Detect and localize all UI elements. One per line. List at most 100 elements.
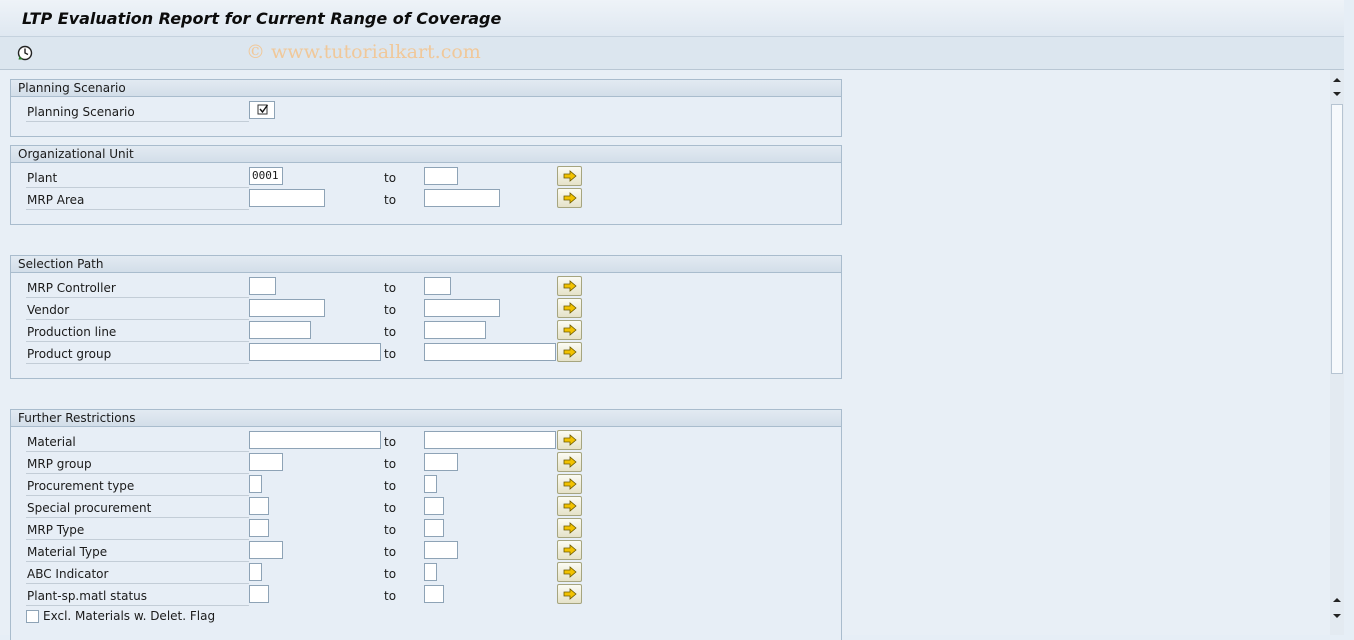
to-label: to <box>384 435 397 449</box>
field-label: MRP Type <box>26 521 249 540</box>
multiple-selection-button[interactable] <box>557 452 582 472</box>
title-bar: LTP Evaluation Report for Current Range … <box>0 0 1344 37</box>
row-production-line: Production line to <box>11 320 841 342</box>
material-type-from-input[interactable] <box>249 541 283 559</box>
mrp-type-to-input[interactable] <box>424 519 444 537</box>
multiple-selection-button[interactable] <box>557 540 582 560</box>
checkbox-label: Excl. Materials w. Delet. Flag <box>43 609 216 623</box>
mrp-area-from-input[interactable] <box>249 189 325 207</box>
planning-scenario-row: Planning Scenario <box>11 100 841 122</box>
material-from-input[interactable] <box>249 431 381 449</box>
row-mrp-type: MRP Type to <box>11 518 841 540</box>
group-selection-path: Selection Path MRP Controller to Vendor … <box>10 255 842 379</box>
multiple-selection-button[interactable] <box>557 562 582 582</box>
row-vendor: Vendor to <box>11 298 841 320</box>
vendor-from-input[interactable] <box>249 299 325 317</box>
production-line-to-input[interactable] <box>424 321 486 339</box>
special-procurement-to-input[interactable] <box>424 497 444 515</box>
group-planning-scenario: Planning Scenario Planning Scenario <box>10 79 842 137</box>
row-special-procurement: Special procurement to <box>11 496 841 518</box>
product-group-from-input[interactable] <box>249 343 381 361</box>
plant-status-to-input[interactable] <box>424 585 444 603</box>
multiple-selection-button[interactable] <box>557 474 582 494</box>
group-organizational-unit: Organizational Unit Plant 0001 to MRP Ar… <box>10 145 842 225</box>
scroll-down-bottom-icon[interactable] <box>1331 610 1343 622</box>
row-plant-sp-matl-status: Plant-sp.matl status to <box>11 584 841 606</box>
application-toolbar: © www.tutorialkart.com <box>0 37 1344 70</box>
mrp-group-from-input[interactable] <box>249 453 283 471</box>
scroll-up-bottom-icon[interactable] <box>1331 594 1343 606</box>
arrow-right-icon <box>563 566 577 578</box>
row-plant: Plant 0001 to <box>11 166 841 188</box>
multiple-selection-button[interactable] <box>557 496 582 516</box>
excl-deleted-checkbox[interactable] <box>26 609 39 623</box>
row-mrp-area: MRP Area to <box>11 188 841 210</box>
arrow-right-icon <box>563 280 577 292</box>
scroll-down-icon[interactable] <box>1331 88 1343 100</box>
mrp-controller-to-input[interactable] <box>424 277 451 295</box>
plant-from-input[interactable]: 0001 <box>249 167 283 185</box>
mrp-area-to-input[interactable] <box>424 189 500 207</box>
excl-deleted-checkbox-wrap[interactable]: Excl. Materials w. Delet. Flag <box>26 609 215 623</box>
multiple-selection-button[interactable] <box>557 518 582 538</box>
plant-to-input[interactable] <box>424 167 458 185</box>
scroll-thumb[interactable] <box>1331 104 1343 374</box>
multiple-selection-button[interactable] <box>557 188 582 208</box>
group-title: Planning Scenario <box>11 80 841 97</box>
procurement-type-from-input[interactable] <box>249 475 262 493</box>
to-label: to <box>384 457 397 471</box>
execute-clock-icon <box>17 45 33 61</box>
to-label: to <box>384 567 397 581</box>
to-label: to <box>384 545 397 559</box>
execute-button[interactable] <box>15 44 35 62</box>
plant-status-from-input[interactable] <box>249 585 269 603</box>
multiple-selection-button[interactable] <box>557 320 582 340</box>
field-label: Planning Scenario <box>26 103 249 122</box>
arrow-right-icon <box>563 170 577 182</box>
arrow-right-icon <box>563 302 577 314</box>
to-label: to <box>384 589 397 603</box>
row-excl-deletion-flag: Excl. Materials w. Delet. Flag <box>11 606 841 628</box>
planning-scenario-checkbox[interactable] <box>249 101 275 119</box>
multiple-selection-button[interactable] <box>557 430 582 450</box>
to-label: to <box>384 325 397 339</box>
mrp-type-from-input[interactable] <box>249 519 269 537</box>
material-type-to-input[interactable] <box>424 541 458 559</box>
field-label: Plant-sp.matl status <box>26 587 249 606</box>
material-to-input[interactable] <box>424 431 556 449</box>
abc-indicator-to-input[interactable] <box>424 563 437 581</box>
field-label: Special procurement <box>26 499 249 518</box>
watermark-text: © www.tutorialkart.com <box>246 41 481 63</box>
group-title: Organizational Unit <box>11 146 841 163</box>
abc-indicator-from-input[interactable] <box>249 563 262 581</box>
field-label: MRP group <box>26 455 249 474</box>
field-label: Product group <box>26 345 249 364</box>
production-line-from-input[interactable] <box>249 321 311 339</box>
scroll-up-icon[interactable] <box>1331 74 1343 86</box>
checkmark-icon <box>257 104 269 115</box>
multiple-selection-button[interactable] <box>557 166 582 186</box>
selection-screen: Planning Scenario Planning Scenario Orga… <box>0 70 1330 640</box>
mrp-controller-from-input[interactable] <box>249 277 276 295</box>
to-label: to <box>384 303 397 317</box>
vertical-scrollbar[interactable] <box>1330 70 1344 635</box>
row-abc-indicator: ABC Indicator to <box>11 562 841 584</box>
arrow-right-icon <box>563 346 577 358</box>
arrow-right-icon <box>563 192 577 204</box>
to-label: to <box>384 281 397 295</box>
multiple-selection-button[interactable] <box>557 298 582 318</box>
field-label: Vendor <box>26 301 249 320</box>
field-label: Production line <box>26 323 249 342</box>
to-label: to <box>384 501 397 515</box>
row-material-type: Material Type to <box>11 540 841 562</box>
product-group-to-input[interactable] <box>424 343 556 361</box>
row-product-group: Product group to <box>11 342 841 364</box>
special-procurement-from-input[interactable] <box>249 497 269 515</box>
multiple-selection-button[interactable] <box>557 584 582 604</box>
multiple-selection-button[interactable] <box>557 342 582 362</box>
procurement-type-to-input[interactable] <box>424 475 437 493</box>
row-procurement-type: Procurement type to <box>11 474 841 496</box>
mrp-group-to-input[interactable] <box>424 453 458 471</box>
multiple-selection-button[interactable] <box>557 276 582 296</box>
vendor-to-input[interactable] <box>424 299 500 317</box>
